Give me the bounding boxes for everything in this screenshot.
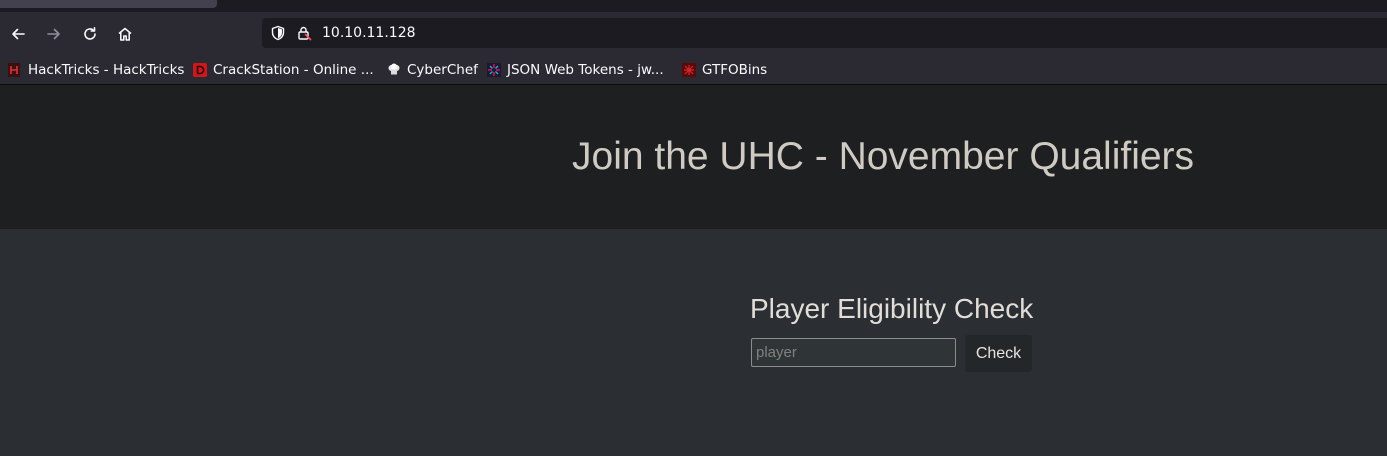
arrow-right-icon (47, 28, 60, 40)
bookmark-label: HackTricks - HackTricks (28, 62, 185, 78)
reload-button[interactable] (76, 20, 104, 48)
arrow-left-icon (12, 28, 25, 40)
tab-strip (0, 0, 1387, 12)
hero-banner: Join the UHC - November Qualifiers (0, 85, 1387, 229)
active-tab[interactable] (0, 0, 217, 8)
navigation-toolbar: 10.10.11.128 (0, 12, 1387, 56)
bookmark-gtfobins[interactable]: GTFOBins (682, 60, 767, 80)
eligibility-check-heading: Player Eligibility Check (750, 293, 1034, 324)
bookmark-jwt[interactable]: JSON Web Tokens - jw... (487, 60, 664, 80)
bookmark-label: CyberChef (407, 62, 478, 78)
web-page: Join the UHC - November Qualifiers Playe… (0, 85, 1387, 456)
bookmark-label: CrackStation - Online ... (213, 62, 374, 78)
insecure-lock-icon[interactable] (296, 25, 312, 41)
check-button[interactable]: Check (965, 335, 1032, 372)
home-button[interactable] (111, 20, 139, 48)
page-title: Join the UHC - November Qualifiers (572, 135, 1195, 178)
bookmark-label: JSON Web Tokens - jw... (507, 62, 664, 78)
gtfobins-icon (682, 63, 696, 77)
jwt-icon (487, 63, 501, 77)
bookmark-cyberchef[interactable]: CyberChef (387, 60, 478, 80)
reload-icon (84, 27, 96, 40)
browser-window: 10.10.11.128 HackTricks - HackTricks Cra… (0, 0, 1387, 456)
home-icon (118, 27, 132, 41)
bookmark-label: GTFOBins (702, 62, 768, 78)
player-input[interactable] (751, 338, 956, 367)
url-text[interactable]: 10.10.11.128 (322, 24, 416, 42)
bookmark-crackstation[interactable]: CrackStation - Online ... (193, 60, 374, 80)
bookmarks-toolbar: HackTricks - HackTricks CrackStation - O… (0, 56, 1387, 85)
bookmark-hacktricks[interactable]: HackTricks - HackTricks (8, 60, 184, 80)
forward-button[interactable] (40, 20, 68, 48)
cyberchef-icon (387, 63, 401, 77)
shield-icon[interactable] (270, 25, 286, 41)
back-button[interactable] (4, 20, 32, 48)
crackstation-icon (193, 63, 207, 77)
hacktricks-icon (8, 63, 22, 77)
address-bar[interactable]: 10.10.11.128 (262, 18, 1387, 48)
